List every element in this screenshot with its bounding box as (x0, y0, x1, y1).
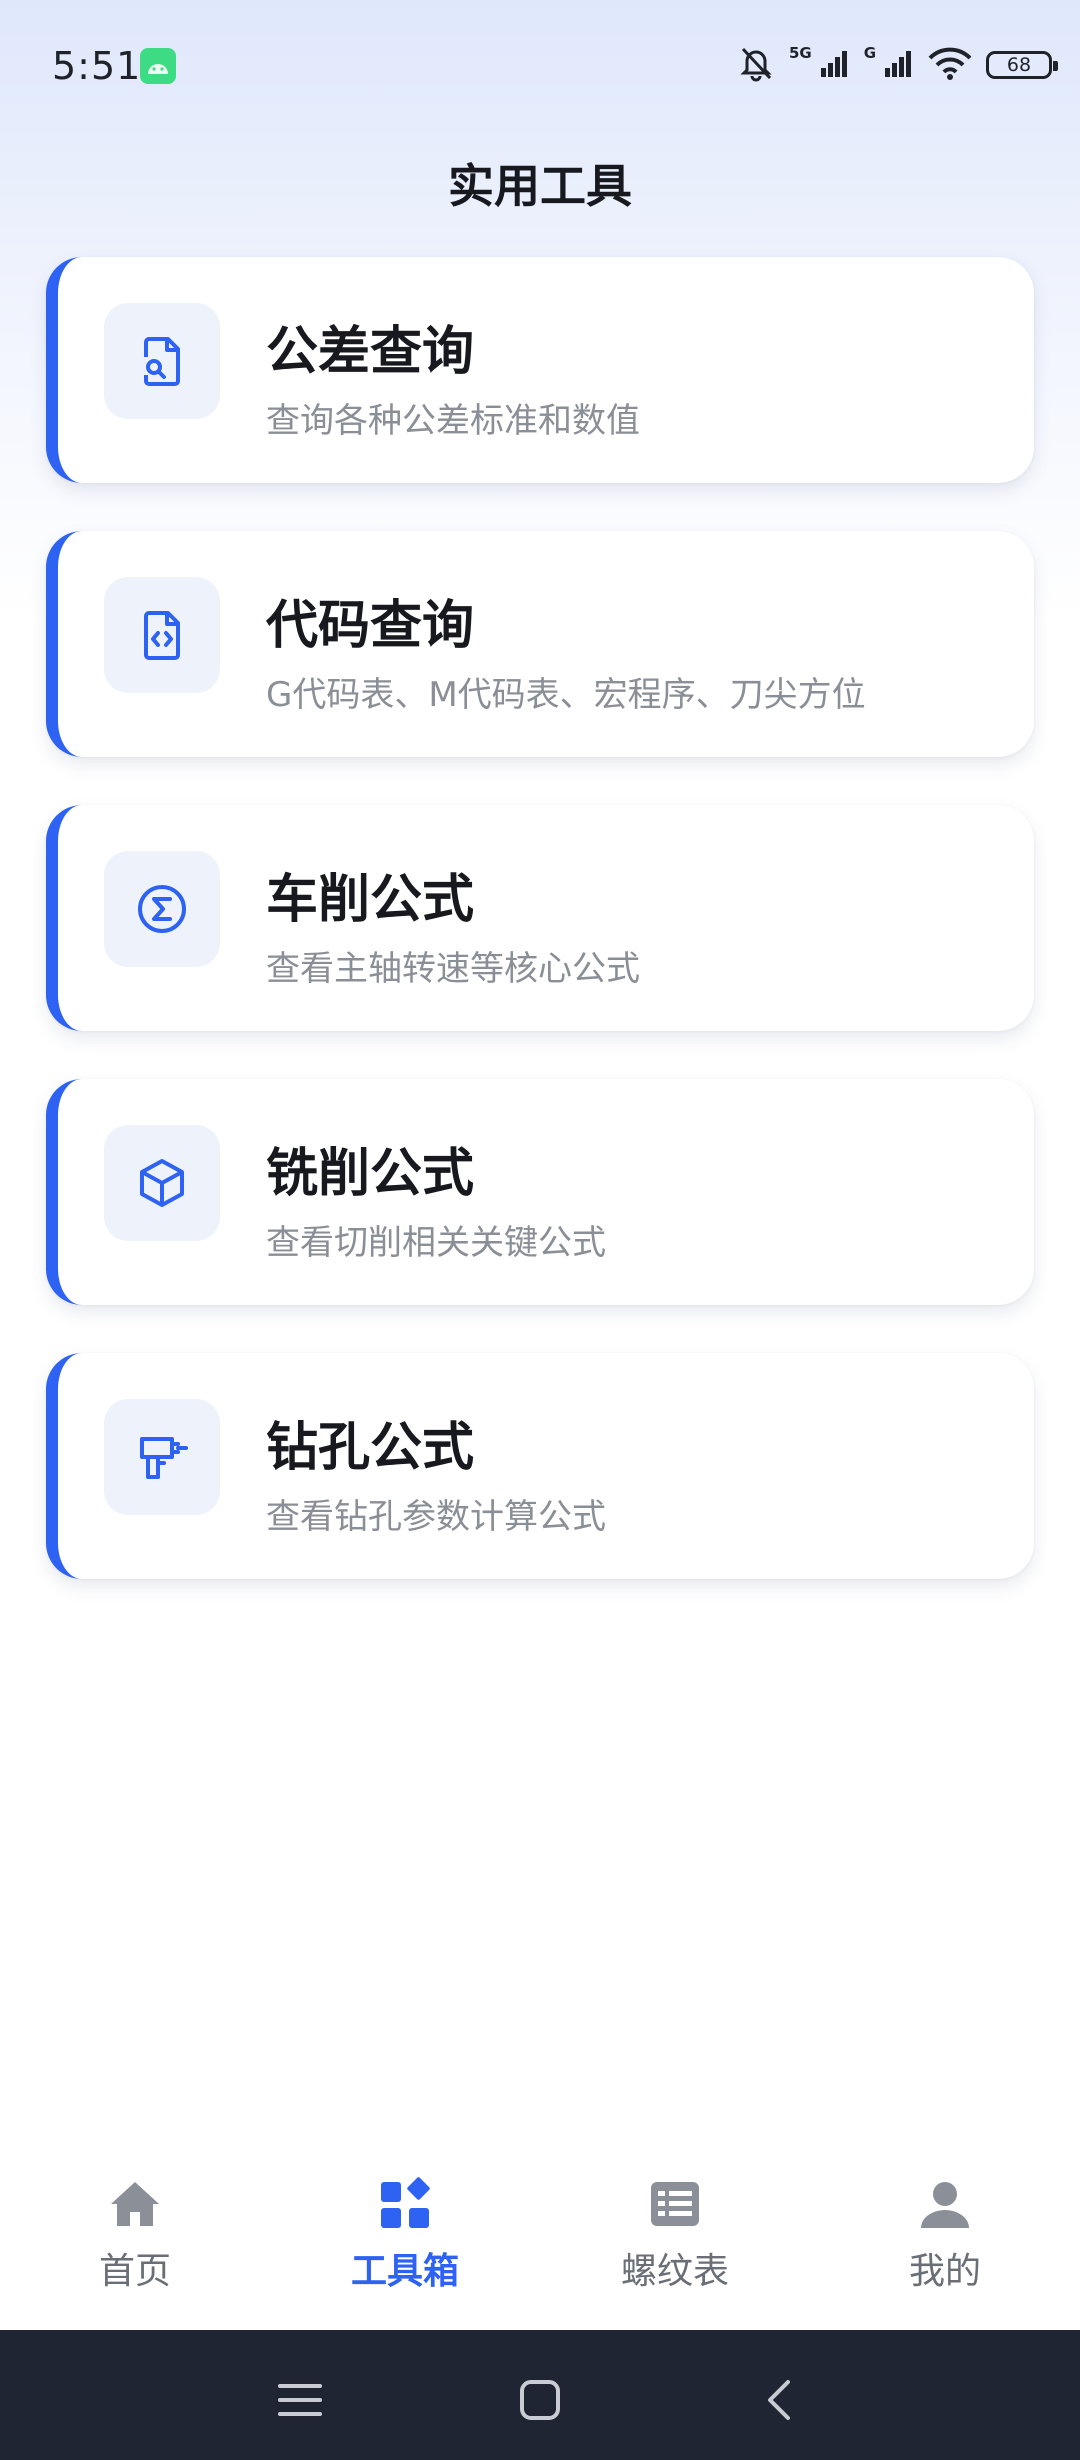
tool-title: 代码查询 (266, 596, 475, 656)
page-title: 实用工具 (448, 159, 632, 213)
user-icon (921, 2182, 969, 2228)
mute-bell-icon (737, 44, 775, 86)
signal-icon (820, 48, 850, 82)
menu-icon[interactable] (270, 2370, 330, 2430)
nav-mine-label: 我的 (908, 2251, 981, 2292)
tool-subtitle: 查看主轴转速等核心公式 (266, 949, 640, 989)
status-icons: 5G G 68 (737, 40, 1058, 90)
nav-home[interactable]: 首页 (35, 2162, 235, 2302)
tool-title: 车削公式 (266, 870, 475, 930)
nav-toolbox[interactable]: 工具箱 (305, 2162, 505, 2302)
network-type-g: G (863, 44, 876, 62)
nav-thread-table-label: 螺纹表 (620, 2251, 729, 2292)
tool-title: 铣削公式 (266, 1144, 475, 1204)
tool-subtitle: 查看切削相关关键公式 (266, 1223, 606, 1263)
home-square-icon[interactable] (510, 2370, 570, 2430)
network-type-5g: 5G (788, 44, 812, 62)
cube-icon (104, 1125, 220, 1241)
nav-mine[interactable]: 我的 (845, 2162, 1045, 2302)
tool-subtitle: 查看钻孔参数计算公式 (266, 1497, 606, 1537)
code-file-icon (104, 577, 220, 693)
signal-icon-2 (884, 48, 914, 82)
status-bar: 5:51 5G G 68 (0, 0, 1080, 135)
wifi-icon (928, 46, 972, 84)
status-time: 5:51 (52, 44, 142, 88)
tool-title: 钻孔公式 (266, 1418, 475, 1478)
tool-card-turning[interactable]: 车削公式 查看主轴转速等核心公式 (46, 805, 1034, 1031)
toolbox-icon (381, 2177, 430, 2228)
search-document-icon (104, 303, 220, 419)
drill-icon (104, 1399, 220, 1515)
tool-card-milling[interactable]: 铣削公式 查看切削相关关键公式 (46, 1079, 1034, 1305)
nav-toolbox-label: 工具箱 (350, 2251, 459, 2292)
tool-card-drilling[interactable]: 钻孔公式 查看钻孔参数计算公式 (46, 1353, 1034, 1579)
tool-card-code[interactable]: 代码查询 G代码表、M代码表、宏程序、刀尖方位 (46, 531, 1034, 757)
back-icon[interactable] (750, 2370, 810, 2430)
tool-subtitle: 查询各种公差标准和数值 (266, 401, 640, 441)
sigma-icon (104, 851, 220, 967)
tool-subtitle: G代码表、M代码表、宏程序、刀尖方位 (266, 675, 866, 715)
nav-home-label: 首页 (98, 2251, 171, 2292)
nav-thread-table[interactable]: 螺纹表 (575, 2162, 775, 2302)
bottom-navigation: 首页 工具箱 螺纹表 我的 (0, 2150, 1080, 2330)
battery-indicator: 68 (986, 51, 1058, 79)
system-navigation-bar (0, 2330, 1080, 2460)
table-icon (651, 2182, 699, 2226)
android-notification-icon (140, 48, 176, 84)
tool-card-tolerance[interactable]: 公差查询 查询各种公差标准和数值 (46, 257, 1034, 483)
tool-title: 公差查询 (266, 322, 475, 382)
home-icon (111, 2182, 159, 2226)
